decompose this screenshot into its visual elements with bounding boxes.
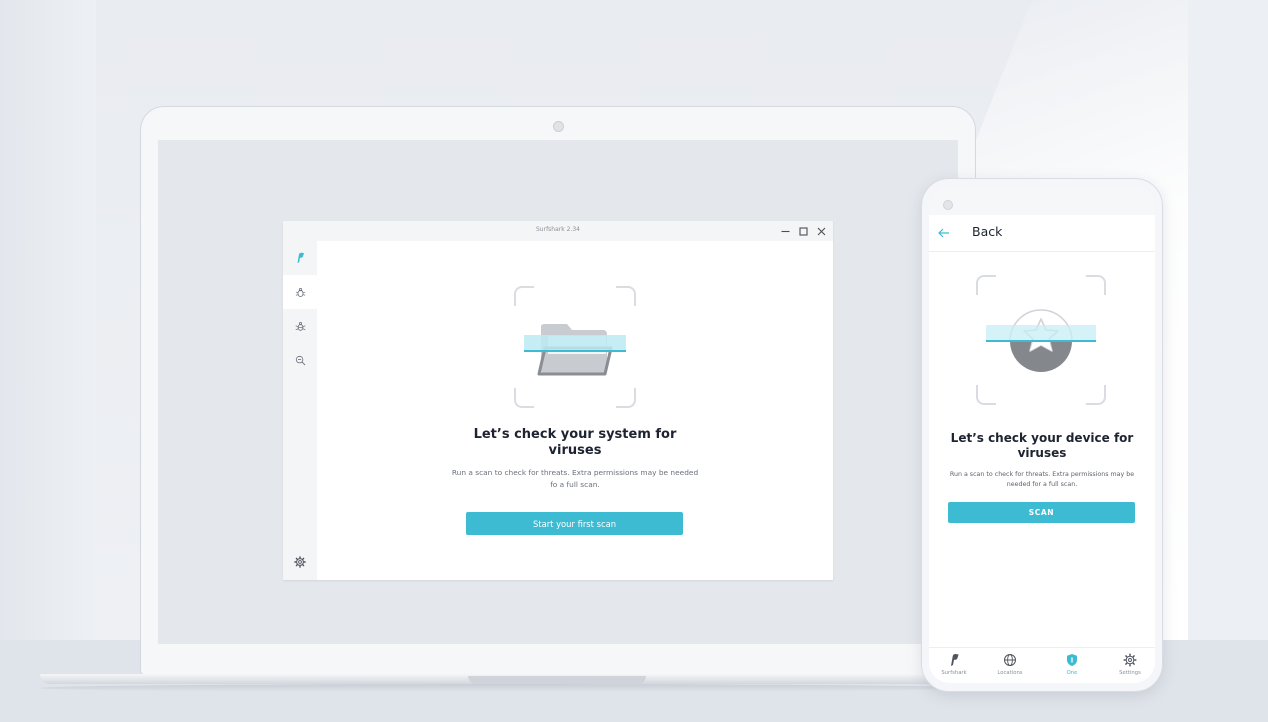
laptop-notch (468, 676, 646, 684)
close-icon (817, 227, 825, 235)
desktop-main-content: Let’s check your system for viruses Run … (317, 241, 833, 580)
magnifier-minus-icon (295, 355, 305, 365)
laptop-shadow (40, 684, 970, 692)
shield-one-icon (1067, 654, 1077, 666)
nav-label: Surfshark (941, 670, 967, 676)
maximize-icon (798, 226, 808, 236)
background-right-panel (1188, 0, 1268, 650)
sidebar-item-virus-scan[interactable] (283, 309, 317, 343)
globe-icon (1004, 654, 1016, 666)
mobile-app-bar: Back (929, 215, 1155, 252)
background-left-panel (0, 0, 96, 650)
scan-button[interactable]: SCAN (948, 502, 1135, 523)
window-titlebar[interactable]: Surfshark 2.34 (283, 221, 833, 241)
settings-gear-icon (294, 556, 306, 568)
phone-status-bar (929, 187, 1155, 215)
folder-icon (524, 324, 626, 376)
nav-label: Settings (1119, 670, 1141, 676)
window-title: Surfshark 2.34 (535, 226, 580, 233)
scan-illustration (514, 286, 636, 408)
mobile-headline: Let’s check your device for viruses (950, 431, 1134, 460)
desktop-sidebar (283, 241, 317, 580)
surfshark-logo-icon (297, 252, 304, 263)
nav-label: Locations (997, 670, 1023, 676)
phone: Back Let’s check your device for viruses… (921, 178, 1163, 692)
nav-item-surfshark[interactable]: Surfshark (929, 648, 979, 683)
phone-camera (943, 200, 953, 210)
laptop: Surfshark 2.34 Let’s check your system f… (140, 106, 976, 676)
window-controls (779, 223, 827, 239)
bug-icon (295, 287, 305, 297)
laptop-camera (553, 121, 564, 132)
nav-item-locations[interactable]: Locations (985, 648, 1035, 683)
mobile-description: Run a scan to check for threats. Extra p… (949, 471, 1135, 488)
phone-screen: Back Let’s check your device for viruses… (929, 187, 1155, 683)
sidebar-item-antivirus[interactable] (283, 275, 317, 309)
surfshark-logo-icon (951, 654, 959, 666)
bug-scan-icon (295, 321, 305, 331)
maximize-button[interactable] (797, 225, 809, 237)
desktop-headline: Let’s check your system for viruses (473, 427, 677, 458)
sidebar-item-search[interactable] (283, 343, 317, 377)
sidebar-item-surfshark[interactable] (283, 241, 317, 275)
nav-item-settings[interactable]: Settings (1105, 648, 1155, 683)
sidebar-item-settings[interactable] (283, 545, 317, 579)
star-shield-icon (986, 309, 1096, 372)
nav-item-one[interactable]: One (1047, 648, 1097, 683)
mobile-bottom-nav: Surfshark Locations One Settings (929, 647, 1155, 683)
gear-icon (1123, 653, 1137, 667)
minimize-button[interactable] (779, 225, 791, 237)
back-button[interactable]: Back (972, 224, 1002, 239)
desktop-description: Run a scan to check for threats. Extra p… (451, 468, 699, 489)
laptop-screen: Surfshark 2.34 Let’s check your system f… (158, 140, 958, 644)
mobile-scan-illustration (976, 275, 1106, 405)
nav-label: One (1066, 670, 1078, 676)
minimize-icon (781, 230, 789, 232)
close-button[interactable] (815, 225, 827, 237)
back-arrow-icon[interactable] (937, 226, 951, 240)
start-first-scan-button[interactable]: Start your first scan (466, 512, 683, 535)
desktop-app-window: Surfshark 2.34 Let’s check your system f… (283, 221, 833, 580)
